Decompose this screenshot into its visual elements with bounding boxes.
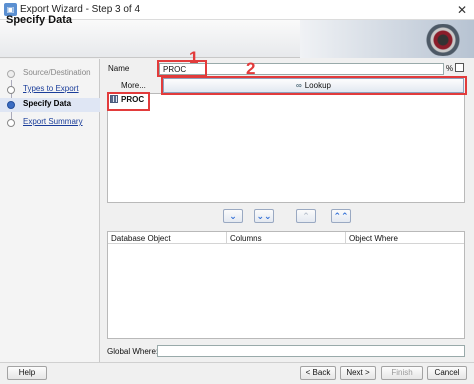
annotation-box-lookup: [161, 76, 467, 95]
column-header-database-object[interactable]: Database Object: [108, 232, 227, 244]
header-logo-icon: [420, 24, 466, 56]
move-down-icon: ⌄: [229, 211, 237, 221]
step-specify-data: Specify Data: [0, 98, 100, 112]
step-label: Source/Destination: [23, 68, 91, 77]
step-label[interactable]: Types to Export: [23, 84, 79, 93]
move-all-up-button[interactable]: ⌃⌃: [331, 209, 351, 223]
step-label: Specify Data: [23, 99, 72, 108]
annotation-box-proc: [107, 92, 150, 111]
finish-button[interactable]: Finish: [381, 366, 423, 380]
step-source-destination: Source/Destination: [0, 67, 100, 81]
name-label: Name: [108, 64, 130, 73]
step-types-to-export[interactable]: Types to Export: [0, 83, 100, 97]
global-where-label: Global Where:: [107, 347, 159, 356]
close-icon[interactable]: ✕: [454, 2, 470, 18]
move-all-down-icon: ⌄⌄: [256, 211, 272, 221]
column-header-columns[interactable]: Columns: [227, 232, 346, 244]
annotation-box-name: [157, 60, 207, 77]
next-button[interactable]: Next >: [340, 366, 376, 380]
annotation-number-2: 2: [246, 59, 256, 78]
step-indicator-icon: [7, 70, 15, 78]
move-up-button[interactable]: ⌃: [296, 209, 316, 223]
object-tree[interactable]: [107, 93, 465, 203]
wildcard-checkbox[interactable]: [455, 63, 464, 72]
step-indicator-icon: [7, 101, 15, 109]
column-header-object-where[interactable]: Object Where: [346, 232, 464, 244]
step-export-summary[interactable]: Export Summary: [0, 116, 100, 130]
back-button[interactable]: < Back: [300, 366, 336, 380]
step-indicator-icon: [7, 119, 15, 127]
selected-objects-table[interactable]: [107, 231, 465, 339]
cancel-button[interactable]: Cancel: [427, 366, 467, 380]
page-title: Specify Data: [6, 14, 73, 26]
move-up-icon: ⌃: [302, 211, 310, 221]
help-button[interactable]: Help: [7, 366, 47, 380]
step-label[interactable]: Export Summary: [23, 117, 83, 126]
more-label[interactable]: More...: [121, 81, 146, 90]
step-indicator-icon: [7, 86, 15, 94]
global-where-input[interactable]: [157, 345, 465, 357]
move-all-up-icon: ⌃⌃: [333, 211, 349, 221]
move-down-button[interactable]: ⌄: [223, 209, 243, 223]
percent-label: %: [446, 64, 454, 73]
move-all-down-button[interactable]: ⌄⌄: [254, 209, 274, 223]
annotation-number-1: 1: [189, 48, 199, 67]
